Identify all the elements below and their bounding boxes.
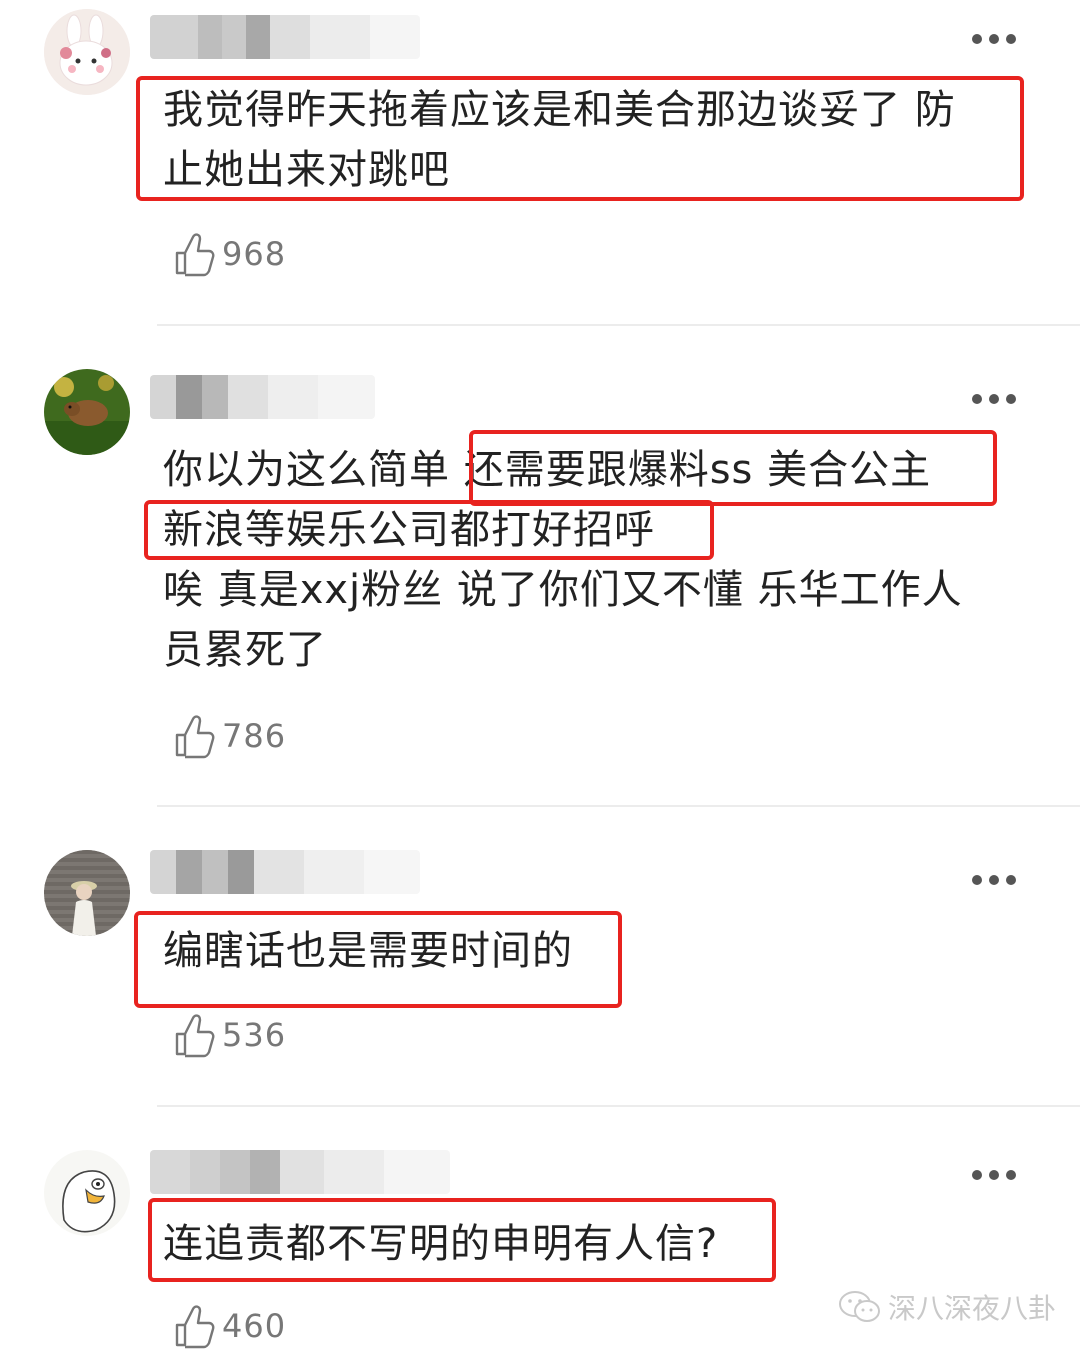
watermark: 深八深夜八卦 [838,1287,1056,1327]
red-highlight-box [469,430,997,506]
like-button[interactable]: 460 [174,1302,286,1350]
like-count: 536 [222,1016,287,1054]
comment-item: 我觉得昨天拖着应该是和美合那边谈妥了 防 止她出来对跳吧 968 [0,0,1080,326]
avatar[interactable] [44,9,130,95]
more-options-icon[interactable] [972,32,1016,46]
person-avatar-icon [44,850,130,936]
thumbs-up-icon [175,233,215,277]
thumbs-up-icon [175,1305,215,1349]
username-blurred[interactable] [150,375,375,419]
red-highlight-box [144,500,714,560]
like-button[interactable]: 968 [174,230,286,278]
red-highlight-box [136,76,1024,201]
wechat-icon [839,1291,880,1322]
username-blurred[interactable] [150,850,420,894]
username-blurred[interactable] [150,15,420,59]
thumbs-up-icon [175,715,215,759]
comment-line: 唉 真是xxj粉丝 说了你们又不懂 乐华工作人 [163,567,963,613]
thumbs-up-icon [175,1014,215,1058]
like-button[interactable]: 786 [174,712,286,760]
username-blurred[interactable] [150,1150,450,1194]
duck-avatar-icon [44,1150,130,1236]
capybara-avatar-icon [44,369,130,455]
like-button[interactable]: 536 [174,1011,286,1059]
red-highlight-box [148,1198,776,1282]
comment-line: 员累死了 [163,627,327,673]
avatar[interactable] [44,850,130,936]
bunny-avatar-icon [44,9,130,95]
avatar[interactable] [44,369,130,455]
more-options-icon[interactable] [972,1168,1016,1182]
avatar[interactable] [44,1150,130,1236]
like-count: 968 [222,235,287,273]
comment-item: 编瞎话也是需要时间的 536 [0,806,1080,1107]
more-options-icon[interactable] [972,392,1016,406]
more-options-icon[interactable] [972,873,1016,887]
comment-item: 你以为这么简单 还需要跟爆料ss 美合公主 新浪等娱乐公司都打好招呼 唉 真是x… [0,326,1080,807]
red-highlight-box [134,911,622,1008]
watermark-text: 深八深夜八卦 [888,1292,1057,1325]
like-count: 786 [222,717,287,755]
like-count: 460 [222,1307,287,1345]
